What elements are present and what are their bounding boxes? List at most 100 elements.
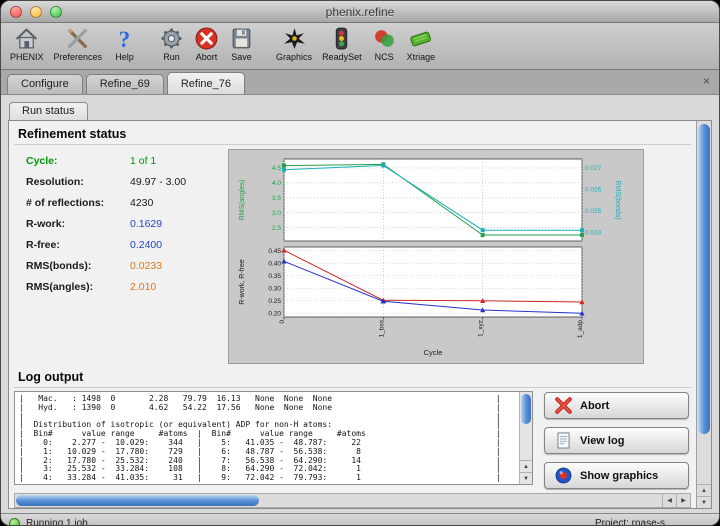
toolbar-button-label: Run <box>163 52 180 62</box>
log-vertical-scrollbar[interactable]: ▲ ▼ <box>519 392 532 484</box>
toolbar: PHENIX Preferences ?Help Run Abort Save Graphi… <box>1 23 719 70</box>
svg-text:0.026: 0.026 <box>585 186 602 193</box>
stat-row: RMS(bonds):0.0233 <box>26 260 220 272</box>
toolbar-button-label: Graphics <box>276 52 312 62</box>
svg-text:3.0: 3.0 <box>272 210 281 217</box>
main-vertical-scrollbar[interactable]: ▲ ▼ <box>696 121 711 508</box>
toolbar-button-phenix[interactable]: PHENIX <box>5 25 49 63</box>
tab-bar: ConfigureRefine_69Refine_76 × <box>1 70 719 95</box>
horizontal-scroll-arrows: ◀ ▶ <box>662 494 690 507</box>
close-window-button[interactable] <box>10 6 22 18</box>
view-log-icon <box>554 431 573 450</box>
show-graphics-button[interactable]: Show graphics <box>544 462 689 489</box>
stat-label: # of reflections: <box>26 197 130 209</box>
scroll-down-arrow[interactable]: ▼ <box>520 472 532 484</box>
svg-text:?: ? <box>119 27 130 51</box>
run-status-panel: Refinement status Cycle:1 of 1Resolution… <box>8 120 712 509</box>
toolbar-button-label: Xtriage <box>407 52 436 62</box>
tab-configure[interactable]: Configure <box>7 74 83 94</box>
toolbar-button-label: NCS <box>375 52 394 62</box>
tab-run-status[interactable]: Run status <box>9 102 88 120</box>
refinement-chart-figure: 2.53.03.54.04.50.0240.0250.0260.027RMS(b… <box>228 149 644 364</box>
stat-label: Resolution: <box>26 176 130 188</box>
svg-text:1_bss: 1_bss <box>378 319 385 337</box>
scroll-down-arrow[interactable]: ▼ <box>697 496 711 508</box>
tab-refine_76[interactable]: Refine_76 <box>167 72 245 94</box>
svg-text:Cycle: Cycle <box>424 348 443 357</box>
log-output-box[interactable]: | Mac. : 1498 0 2.28 79.79 16.13 None No… <box>14 391 533 485</box>
tab-close-button[interactable]: × <box>703 75 710 87</box>
log-text: | Mac. : 1498 0 2.28 79.79 16.13 None No… <box>15 392 519 484</box>
running-spinner-icon <box>9 518 20 526</box>
svg-text:0.024: 0.024 <box>585 230 602 237</box>
readyset-icon <box>329 26 354 51</box>
stat-row: R-work:0.1629 <box>26 218 220 230</box>
svg-text:1_adp: 1_adp <box>577 320 584 338</box>
toolbar-button-label: Preferences <box>54 52 103 62</box>
tabs: ConfigureRefine_69Refine_76 <box>7 72 245 94</box>
scroll-up-arrow[interactable]: ▲ <box>520 460 532 472</box>
run-status-content: Refinement status Cycle:1 of 1Resolution… <box>9 121 696 508</box>
zoom-window-button[interactable] <box>50 6 62 18</box>
refinement-status-heading: Refinement status <box>14 123 691 145</box>
toolbar-button-preferences[interactable]: Preferences <box>49 25 108 63</box>
log-scrollbar-thumb[interactable] <box>521 394 531 424</box>
toolbar-button-help[interactable]: ?Help <box>107 25 142 63</box>
svg-text:0.025: 0.025 <box>585 208 602 215</box>
stat-value: 49.97 - 3.00 <box>130 176 186 188</box>
svg-text:4.0: 4.0 <box>272 180 281 187</box>
main-scrollbar-thumb[interactable] <box>698 124 710 434</box>
toolbar-button-abort[interactable]: Abort <box>189 25 224 63</box>
svg-text:0.25: 0.25 <box>268 298 281 305</box>
action-button-label: Show graphics <box>580 470 658 482</box>
toolbar-button-xtriage[interactable]: Xtriage <box>402 25 441 63</box>
action-button-label: View log <box>580 435 624 447</box>
svg-text:0.40: 0.40 <box>268 260 281 267</box>
main-scroll-arrows: ▲ ▼ <box>697 484 711 508</box>
abort-button[interactable]: Abort <box>544 392 689 419</box>
status-message: Running 1 job... <box>26 518 96 526</box>
xtriage-icon <box>408 26 433 51</box>
refinement-chart: 2.53.03.54.04.50.0240.0250.0260.027RMS(b… <box>230 151 642 362</box>
svg-text:0: 0 <box>279 320 286 324</box>
minimize-window-button[interactable] <box>30 6 42 18</box>
stat-value: 0.1629 <box>130 218 162 230</box>
toolbar-button-label: Save <box>231 52 252 62</box>
svg-text:0.30: 0.30 <box>268 285 281 292</box>
tab-refine_69[interactable]: Refine_69 <box>86 74 164 94</box>
horizontal-scrollbar[interactable]: ◀ ▶ <box>14 493 691 508</box>
toolbar-button-ncs[interactable]: NCS <box>367 25 402 63</box>
action-buttons: Abort View log Show graphics <box>533 391 691 489</box>
save-icon <box>229 26 254 51</box>
stat-label: R-free: <box>26 239 130 251</box>
log-scroll-arrows: ▲ ▼ <box>520 460 532 484</box>
view-log-button[interactable]: View log <box>544 427 689 454</box>
stat-label: R-work: <box>26 218 130 230</box>
toolbar-button-readyset[interactable]: ReadySet <box>317 25 367 63</box>
app-window: phenix.refine PHENIX Preferences ?Help Run A… <box>0 0 720 526</box>
refinement-stats: Cycle:1 of 1Resolution:49.97 - 3.00# of … <box>16 149 220 364</box>
stat-label: RMS(angles): <box>26 281 130 293</box>
svg-text:4.5: 4.5 <box>272 165 281 172</box>
horizontal-scrollbar-thumb[interactable] <box>16 495 259 506</box>
toolbar-button-graphics[interactable]: Graphics <box>271 25 317 63</box>
stat-label: Cycle: <box>26 155 130 167</box>
title-bar: phenix.refine <box>1 1 719 23</box>
subtab-row: Run status <box>8 99 712 120</box>
preferences-icon <box>65 26 90 51</box>
scroll-left-arrow[interactable]: ◀ <box>662 494 676 507</box>
toolbar-button-label: ReadySet <box>322 52 362 62</box>
toolbar-button-save[interactable]: Save <box>224 25 259 63</box>
toolbar-button-run[interactable]: Run <box>154 25 189 63</box>
scroll-right-arrow[interactable]: ▶ <box>676 494 690 507</box>
stat-value: 4230 <box>130 197 153 209</box>
stat-row: R-free:0.2400 <box>26 239 220 251</box>
run-icon <box>159 26 184 51</box>
svg-text:1_xyz: 1_xyz <box>478 320 485 337</box>
status-bar: Running 1 job... Project: rnase-s <box>1 513 719 526</box>
scroll-up-arrow[interactable]: ▲ <box>697 484 711 496</box>
log-row: | Mac. : 1498 0 2.28 79.79 16.13 None No… <box>14 391 691 489</box>
project-label: Project: rnase-s <box>595 518 665 526</box>
abort-icon <box>194 26 219 51</box>
traffic-lights <box>10 6 62 18</box>
